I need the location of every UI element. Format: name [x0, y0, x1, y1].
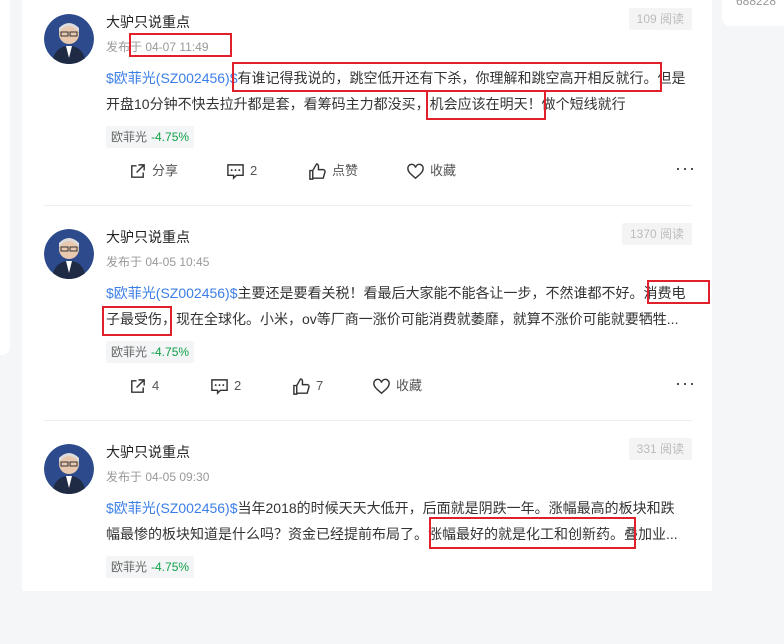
share-button[interactable]: 4: [128, 373, 159, 399]
action-bar: 4 2 7 收藏 ···: [106, 373, 696, 399]
post-content-line-2: 开盘10分钟不快去拉升都是套，看筹码主力都没买，机会应该在明天！做个短线就行: [106, 96, 626, 112]
stock-link[interactable]: $欧菲光(SZ002456)$: [106, 285, 238, 301]
more-options-button[interactable]: ···: [675, 373, 696, 393]
more-options-button[interactable]: ···: [675, 158, 696, 178]
stock-name: 欧菲光: [111, 130, 148, 144]
comment-count: 2: [234, 378, 242, 393]
action-bar: 分享 2 点赞 收藏 ···: [106, 158, 696, 184]
post-time: 发布于 04-07 11:49: [106, 40, 209, 54]
avatar[interactable]: [44, 444, 94, 494]
like-button[interactable]: 点赞: [308, 158, 358, 184]
comment-count: 2: [250, 163, 258, 178]
stock-change: -4.75%: [151, 560, 190, 574]
left-panel-edge: [0, 0, 10, 355]
avatar[interactable]: [44, 229, 94, 279]
post-item: 大驴只说重点 发布于 04-05 10:45 1370 阅读 $欧菲光(SZ00…: [22, 215, 712, 429]
post-content[interactable]: $欧菲光(SZ002456)$主要还是要看关税！看最后大家能不能各让一步，不然谁…: [106, 280, 696, 332]
share-button[interactable]: 分享: [128, 158, 178, 184]
stock-change: -4.75%: [151, 130, 190, 144]
comment-button[interactable]: 2: [210, 373, 241, 399]
share-count: 4: [152, 378, 160, 393]
heart-icon: [373, 378, 390, 394]
post-content-line-2: 子最受伤，现在全球化。小米，ov等厂商一涨价可能消费就萎靡，就算不涨价可能就要牺…: [106, 311, 679, 327]
comment-icon: [227, 163, 244, 180]
stock-link[interactable]: $欧菲光(SZ002456)$: [106, 70, 238, 86]
favorite-label: 收藏: [396, 378, 423, 393]
stock-name: 欧菲光: [111, 560, 148, 574]
heart-icon: [407, 163, 424, 179]
post-time: 发布于 04-05 10:45: [106, 255, 210, 269]
comment-button[interactable]: 2: [226, 158, 257, 184]
author-name[interactable]: 大驴只说重点: [106, 227, 190, 247]
post-time: 发布于 04-05 09:30: [106, 470, 210, 484]
post-content-line-1: $欧菲光(SZ002456)$当年2018的时候天天大低开，后面就是阴跌一年。涨…: [106, 500, 675, 516]
favorite-button[interactable]: 收藏: [372, 373, 422, 399]
author-name[interactable]: 大驴只说重点: [106, 12, 190, 32]
share-icon: [131, 378, 145, 393]
right-card-text: 688228: [736, 0, 777, 8]
share-label: 分享: [152, 163, 179, 178]
divider: [44, 205, 692, 206]
author-name[interactable]: 大驴只说重点: [106, 442, 190, 462]
like-count: 7: [316, 378, 324, 393]
post-item: 大驴只说重点 发布于 04-07 11:49 109 阅读 $欧菲光(SZ002…: [22, 0, 712, 214]
read-count-badge: 1370 阅读: [621, 223, 692, 245]
post-content-line-1: $欧菲光(SZ002456)$有谁记得我说的，跳空低开还有下杀，你理解和跳空高开…: [106, 70, 686, 86]
thumbs-up-icon: [309, 162, 326, 180]
post-content[interactable]: $欧菲光(SZ002456)$当年2018的时候天天大低开，后面就是阴跌一年。涨…: [106, 495, 696, 547]
share-icon: [131, 163, 145, 178]
post-content-line-1: $欧菲光(SZ002456)$主要还是要看关税！看最后大家能不能各让一步，不然谁…: [106, 285, 686, 301]
post-feed: 大驴只说重点 发布于 04-07 11:49 109 阅读 $欧菲光(SZ002…: [22, 0, 712, 591]
like-label: 点赞: [332, 163, 359, 178]
post-content[interactable]: $欧菲光(SZ002456)$有谁记得我说的，跳空低开还有下杀，你理解和跳空高开…: [106, 65, 696, 117]
post-content-line-2: 幅最惨的板块知道是什么吗？资金已经提前布局了。涨幅最好的就是化工和创新药。叠加业…: [106, 526, 678, 542]
stock-link[interactable]: $欧菲光(SZ002456)$: [106, 500, 238, 516]
right-card: 688228: [722, 0, 784, 26]
like-button[interactable]: 7: [292, 373, 323, 399]
divider: [44, 420, 692, 421]
comment-icon: [211, 378, 228, 395]
stock-name: 欧菲光: [111, 345, 148, 359]
read-count-badge: 331 阅读: [628, 438, 692, 460]
stock-change: -4.75%: [151, 345, 190, 359]
stock-tag[interactable]: 欧菲光 -4.75%: [106, 126, 195, 148]
thumbs-up-icon: [293, 377, 310, 395]
avatar[interactable]: [44, 14, 94, 64]
favorite-button[interactable]: 收藏: [406, 158, 456, 184]
favorite-label: 收藏: [430, 163, 457, 178]
stock-tag[interactable]: 欧菲光 -4.75%: [106, 556, 195, 578]
read-count-badge: 109 阅读: [628, 8, 692, 30]
stock-tag[interactable]: 欧菲光 -4.75%: [106, 341, 195, 363]
post-item: 大驴只说重点 发布于 04-05 09:30 331 阅读 $欧菲光(SZ002…: [22, 430, 712, 644]
